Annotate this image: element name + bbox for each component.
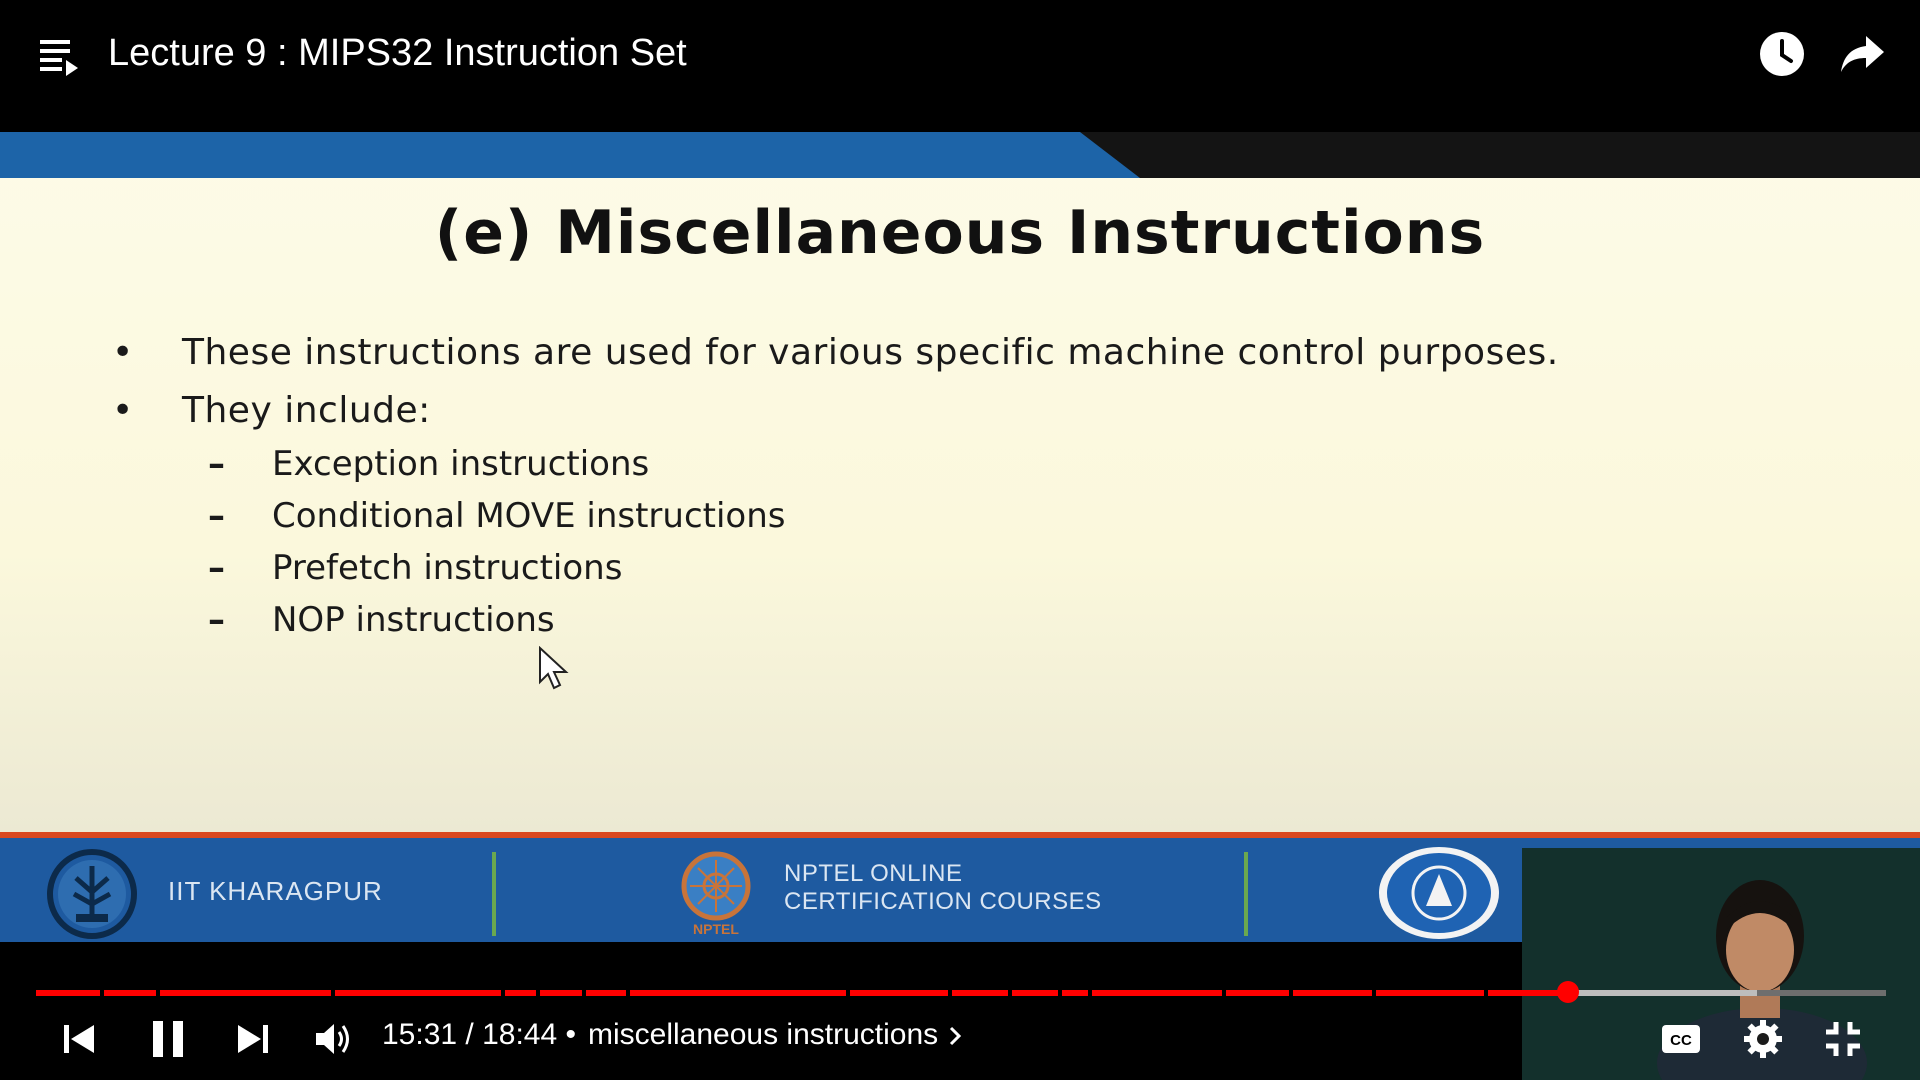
bullet-text: These instructions are used for various … xyxy=(182,332,1559,373)
sub-item-text: Prefetch instructions xyxy=(272,548,623,588)
sub-item-text: NOP instructions xyxy=(272,600,555,640)
slide-bullet: • They include: xyxy=(112,390,431,431)
emblem-logo xyxy=(1379,847,1499,939)
share-icon xyxy=(1841,36,1884,72)
sub-item-symbol: – xyxy=(208,496,225,536)
progress-segment[interactable] xyxy=(952,990,1008,996)
playlist-button[interactable] xyxy=(38,34,84,80)
footer-nptel-line2: CERTIFICATION COURSES xyxy=(784,888,1102,915)
slide-title: (e) Miscellaneous Instructions xyxy=(434,198,1486,268)
next-button[interactable] xyxy=(236,1022,270,1056)
progress-segment[interactable] xyxy=(335,990,501,996)
nptel-logo-text: NPTEL xyxy=(693,921,739,937)
progress-segment[interactable] xyxy=(1756,990,1886,996)
volume-icon xyxy=(316,1024,349,1054)
chevron-right-icon xyxy=(949,1027,961,1046)
slide-sub-item: – Conditional MOVE instructions xyxy=(208,496,786,536)
progress-segment[interactable] xyxy=(850,990,948,996)
watch-later-button[interactable] xyxy=(1758,30,1806,78)
progress-segment[interactable] xyxy=(1092,990,1222,996)
mouse-pointer-icon xyxy=(539,646,569,690)
slide-header-accent xyxy=(0,132,1140,178)
bullet-text: They include: xyxy=(182,390,431,431)
progress-bar[interactable] xyxy=(36,990,1886,996)
previous-button[interactable] xyxy=(62,1022,96,1056)
sub-item-symbol: – xyxy=(208,600,225,640)
progress-segment[interactable] xyxy=(104,990,156,996)
skip-next-icon xyxy=(238,1025,268,1053)
progress-segment[interactable] xyxy=(1488,990,1566,996)
skip-previous-icon xyxy=(64,1025,94,1053)
footer-iit-label: IIT KHARAGPUR xyxy=(168,876,383,906)
exit-fullscreen-button[interactable] xyxy=(1824,1020,1862,1058)
progress-segment[interactable] xyxy=(1293,990,1372,996)
captions-label: CC xyxy=(1670,1032,1692,1049)
progress-scrubber[interactable] xyxy=(1556,981,1579,1003)
sub-item-symbol: – xyxy=(208,548,225,588)
clock-icon xyxy=(1760,32,1804,76)
progress-segment[interactable] xyxy=(505,990,536,996)
sub-item-symbol: – xyxy=(208,444,225,484)
share-button[interactable] xyxy=(1838,30,1888,78)
nptel-logo: NPTEL xyxy=(681,851,751,937)
playlist-icon xyxy=(40,40,78,76)
chapter-title-button[interactable]: miscellaneous instructions xyxy=(588,1018,963,1052)
slide-sub-item: – NOP instructions xyxy=(208,600,555,640)
pause-button[interactable] xyxy=(150,1018,186,1060)
progress-segment[interactable] xyxy=(160,990,331,996)
pause-icon xyxy=(153,1021,183,1057)
sub-item-text: Conditional MOVE instructions xyxy=(272,496,786,536)
sub-item-text: Exception instructions xyxy=(272,444,650,484)
progress-segment[interactable] xyxy=(1062,990,1088,996)
progress-segment[interactable] xyxy=(36,990,100,996)
slide-bullet: • These instructions are used for various… xyxy=(112,332,1559,373)
iit-kharagpur-logo xyxy=(47,849,137,939)
progress-segment[interactable] xyxy=(630,990,846,996)
slide-sub-item: – Exception instructions xyxy=(208,444,649,484)
footer-nptel-line1: NPTEL ONLINE xyxy=(784,860,963,887)
progress-segment[interactable] xyxy=(1226,990,1289,996)
player-top-bar: Lecture 9 : MIPS32 Instruction Set xyxy=(0,0,1920,110)
volume-button[interactable] xyxy=(314,1020,354,1058)
gear-icon xyxy=(1744,1020,1782,1058)
progress-segment[interactable] xyxy=(1012,990,1058,996)
progress-segment[interactable] xyxy=(1376,990,1484,996)
footer-nptel-label: NPTEL ONLINE CERTIFICATION COURSES xyxy=(784,860,1102,916)
video-title[interactable]: Lecture 9 : MIPS32 Instruction Set xyxy=(108,28,687,78)
time-display: 15:31 / 18:44 • xyxy=(382,1018,576,1051)
progress-segment[interactable] xyxy=(586,990,626,996)
settings-button[interactable] xyxy=(1742,1018,1784,1060)
footer-divider xyxy=(492,852,496,936)
progress-segment[interactable] xyxy=(1570,990,1757,996)
bullet-symbol: • xyxy=(112,332,134,373)
exit-fullscreen-icon xyxy=(1826,1022,1860,1056)
progress-segment[interactable] xyxy=(540,990,582,996)
slide-sub-item: – Prefetch instructions xyxy=(208,548,622,588)
chapter-title: miscellaneous instructions xyxy=(588,1018,939,1051)
video-frame[interactable]: (e) Miscellaneous Instructions • These in… xyxy=(0,132,1920,832)
captions-icon: CC xyxy=(1662,1025,1700,1053)
bullet-symbol: • xyxy=(112,390,134,431)
footer-divider xyxy=(1244,852,1248,936)
captions-button[interactable]: CC xyxy=(1660,1020,1702,1058)
